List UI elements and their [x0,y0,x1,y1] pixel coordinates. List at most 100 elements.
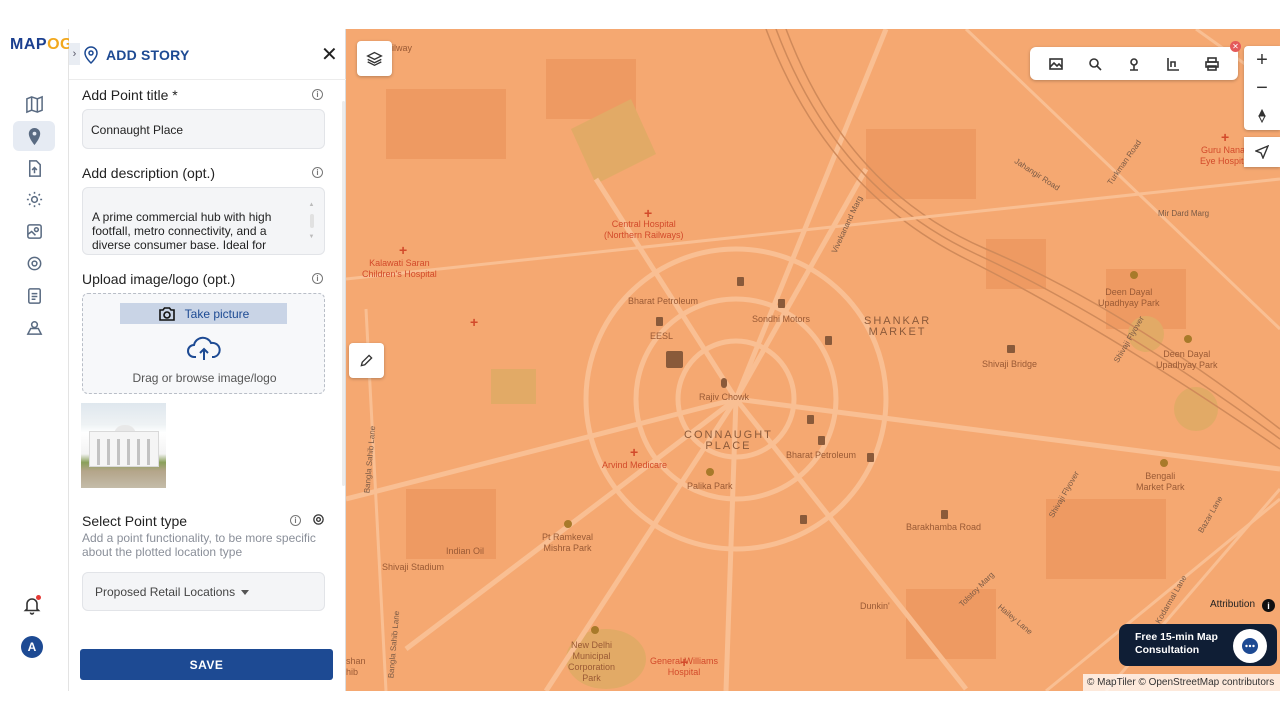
hospital-marker-icon: + [470,314,478,330]
zoom-out-button[interactable]: − [1244,74,1280,102]
fuel-station-icon [867,453,874,462]
point-title-label: Add Point title * [82,87,178,103]
panel-scrollbar[interactable] [342,101,345,486]
mapog-logo[interactable]: MAPOG [10,36,73,54]
point-type-info-icon[interactable]: i [290,515,301,526]
fuel-station-icon [800,515,807,524]
panel-title: ADD STORY [106,47,190,63]
toolbar-close-icon[interactable]: ✕ [1230,41,1241,52]
park-tree-icon [564,520,572,528]
measure-icon [1167,57,1180,71]
zoom-controls: + − [1244,46,1280,130]
print-icon [1205,56,1220,71]
upload-label: Upload image/logo (opt.) [82,271,236,287]
hospital-marker-icon: + [1221,129,1229,145]
search-tool[interactable] [1085,54,1105,74]
print-tool[interactable] [1202,54,1222,74]
camera-icon [158,306,175,321]
chat-bubble-icon [1242,638,1258,654]
map-copyright: © MapTiler © OpenStreetMap contributors [1083,674,1280,691]
chat-button[interactable] [1233,629,1267,663]
park-tree-icon [1184,335,1192,343]
zoom-in-button[interactable]: + [1244,46,1280,74]
drag-browse-text: Drag or browse image/logo [132,371,277,385]
description-textarea[interactable]: A prime commercial hub with high footfal… [82,187,325,255]
point-title-info-icon[interactable]: i [312,89,323,100]
location-tool[interactable] [1124,54,1144,74]
hospital-marker-icon: + [644,205,652,221]
measure-tool[interactable] [1163,54,1183,74]
take-picture-label: Take picture [184,306,250,321]
left-nav-rail: MAPOG A [0,29,72,691]
map-toolbar [1030,47,1238,80]
nav-gear-icon[interactable] [13,248,55,278]
fuel-station-icon [737,277,744,286]
navigation-arrow-icon [1255,145,1269,159]
take-picture-button[interactable]: Take picture [120,303,287,324]
fuel-station-icon [656,317,663,326]
compass-button[interactable] [1244,102,1280,130]
fuel-station-icon [778,299,785,308]
edit-button[interactable] [349,343,384,378]
description-text: A prime commercial hub with high footfal… [92,210,272,252]
uploaded-image-thumbnail[interactable] [81,403,166,488]
layers-button[interactable] [357,41,392,76]
fuel-station-icon [825,336,832,345]
map-image-tool[interactable] [1046,54,1066,74]
search-icon [1088,57,1102,71]
nav-map-icon[interactable] [13,89,55,119]
point-type-label: Select Point type [82,513,188,529]
park-tree-icon [1160,459,1168,467]
nav-location-pin-icon[interactable] [13,121,55,151]
point-type-selected-value: Proposed Retail Locations [95,585,236,599]
point-type-settings-icon[interactable] [312,513,325,526]
geolocate-button[interactable] [1244,137,1280,167]
save-button[interactable]: SAVE [80,649,333,680]
point-title-input[interactable]: Connaught Place [82,109,325,149]
cloud-upload-icon [187,336,221,360]
image-upload-dropzone[interactable]: Take picture Drag or browse image/logo [82,293,325,394]
nav-clipboard-icon[interactable] [13,280,55,310]
nav-map-pins-icon[interactable] [13,216,55,246]
pin-icon [1129,57,1138,71]
chevron-down-icon [241,590,250,596]
map-image-icon [1048,57,1063,70]
description-label: Add description (opt.) [82,165,216,181]
nav-settings-icon[interactable] [13,184,55,214]
close-icon[interactable]: ✕ [321,45,338,65]
layers-icon [366,51,383,67]
park-tree-icon [591,626,599,634]
upload-info-icon[interactable]: i [312,273,323,284]
fuel-station-icon [807,415,814,424]
map-canvas[interactable]: Central Hospital (Northern Railways) Kal… [346,29,1280,691]
user-avatar[interactable]: A [21,636,43,658]
description-info-icon[interactable]: i [312,167,323,178]
fuel-station-icon [818,436,825,445]
bridge-icon [1007,345,1015,353]
bottom-band [0,691,1280,720]
attribution-label[interactable]: Attribution [1210,599,1255,610]
attribution-info-icon[interactable]: i [1262,599,1275,612]
park-tree-icon [706,468,714,476]
add-story-panel: › ADD STORY ✕ Add Point title * i Connau… [69,29,346,691]
map-poi-layer: + + + + + + [399,129,1229,670]
nav-file-upload-icon[interactable] [13,153,55,183]
notification-dot [36,595,41,600]
app: MAPOG A › ADD STORY ✕ Add Point title * … [0,29,1280,691]
description-scrollbar[interactable]: ▲ ▼ [309,198,315,244]
point-type-select[interactable]: Proposed Retail Locations [82,572,325,611]
compass-icon [1258,109,1266,123]
hospital-marker-icon: + [630,444,638,460]
nav-user-location-icon[interactable] [13,312,55,342]
hospital-marker-icon: + [399,242,407,258]
hospital-marker-icon: + [680,654,688,670]
shop-marker-icon [666,351,683,368]
park-tree-icon [1130,271,1138,279]
story-pin-icon [84,46,98,64]
collapse-chevron-icon[interactable]: › [69,43,80,65]
pencil-icon [360,354,373,367]
landmark-icon [941,510,948,519]
point-type-hint: Add a point functionality, to be more sp… [82,531,316,559]
panel-header: › ADD STORY ✕ [69,29,346,80]
metro-station-icon [721,378,727,388]
